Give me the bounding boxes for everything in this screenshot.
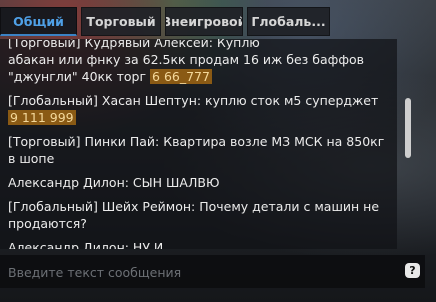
price-highlight: 9 111 999 xyxy=(8,110,76,125)
chat-message-text: [Торговый] Пинки Пай: Квартира возле МЗ … xyxy=(8,134,385,166)
chat-message: Александр Дилон: НУ И xyxy=(8,239,388,249)
tab-global[interactable]: Глобаль... xyxy=(247,7,330,36)
chat-message: Александр Дилон: СЫН ШАЛВЮ xyxy=(8,174,388,191)
chat-message-text: [Глобальный] Шейх Реймон: Почему детали … xyxy=(8,199,380,231)
tab-offgame[interactable]: Внеигровой xyxy=(165,7,243,36)
chat-message-text: Александр Дилон: НУ И xyxy=(8,240,164,249)
chat-message: [Глобальный] Хасан Шептун: куплю сток м5… xyxy=(8,92,388,126)
tab-general[interactable]: Общий xyxy=(0,7,77,36)
tab-trade[interactable]: Торговый xyxy=(81,7,161,36)
chat-message: [Глобальный] Шейх Реймон: Почему детали … xyxy=(8,198,388,232)
chat-log[interactable]: [Торговый] Кудрявый Алексей: Куплю абака… xyxy=(0,39,397,249)
chat-messages: [Торговый] Кудрявый Алексей: Куплю абака… xyxy=(8,39,388,249)
chat-message: [Торговый] Пинки Пай: Квартира возле МЗ … xyxy=(8,133,388,167)
help-icon[interactable]: ? xyxy=(405,263,420,278)
chat-message-text: [Глобальный] Хасан Шептун: куплю сток м5… xyxy=(8,93,379,108)
chat-tabs: Общий Торговый Внеигровой Глобаль... xyxy=(0,7,400,36)
message-input[interactable] xyxy=(0,255,400,290)
price-highlight: 6 66_777 xyxy=(150,69,212,84)
chat-scrollbar[interactable] xyxy=(405,98,411,158)
message-input-bar: ? xyxy=(0,255,425,290)
chat-message-text: [Торговый] Кудрявый Алексей: Куплю xyxy=(8,39,260,50)
chat-message: [Торговый] Кудрявый Алексей: Куплю xyxy=(8,39,388,51)
chat-message-text: Александр Дилон: СЫН ШАЛВЮ xyxy=(8,175,220,190)
chat-message: абакан или фнку за 62.5кк продам 16 иж б… xyxy=(8,51,388,85)
